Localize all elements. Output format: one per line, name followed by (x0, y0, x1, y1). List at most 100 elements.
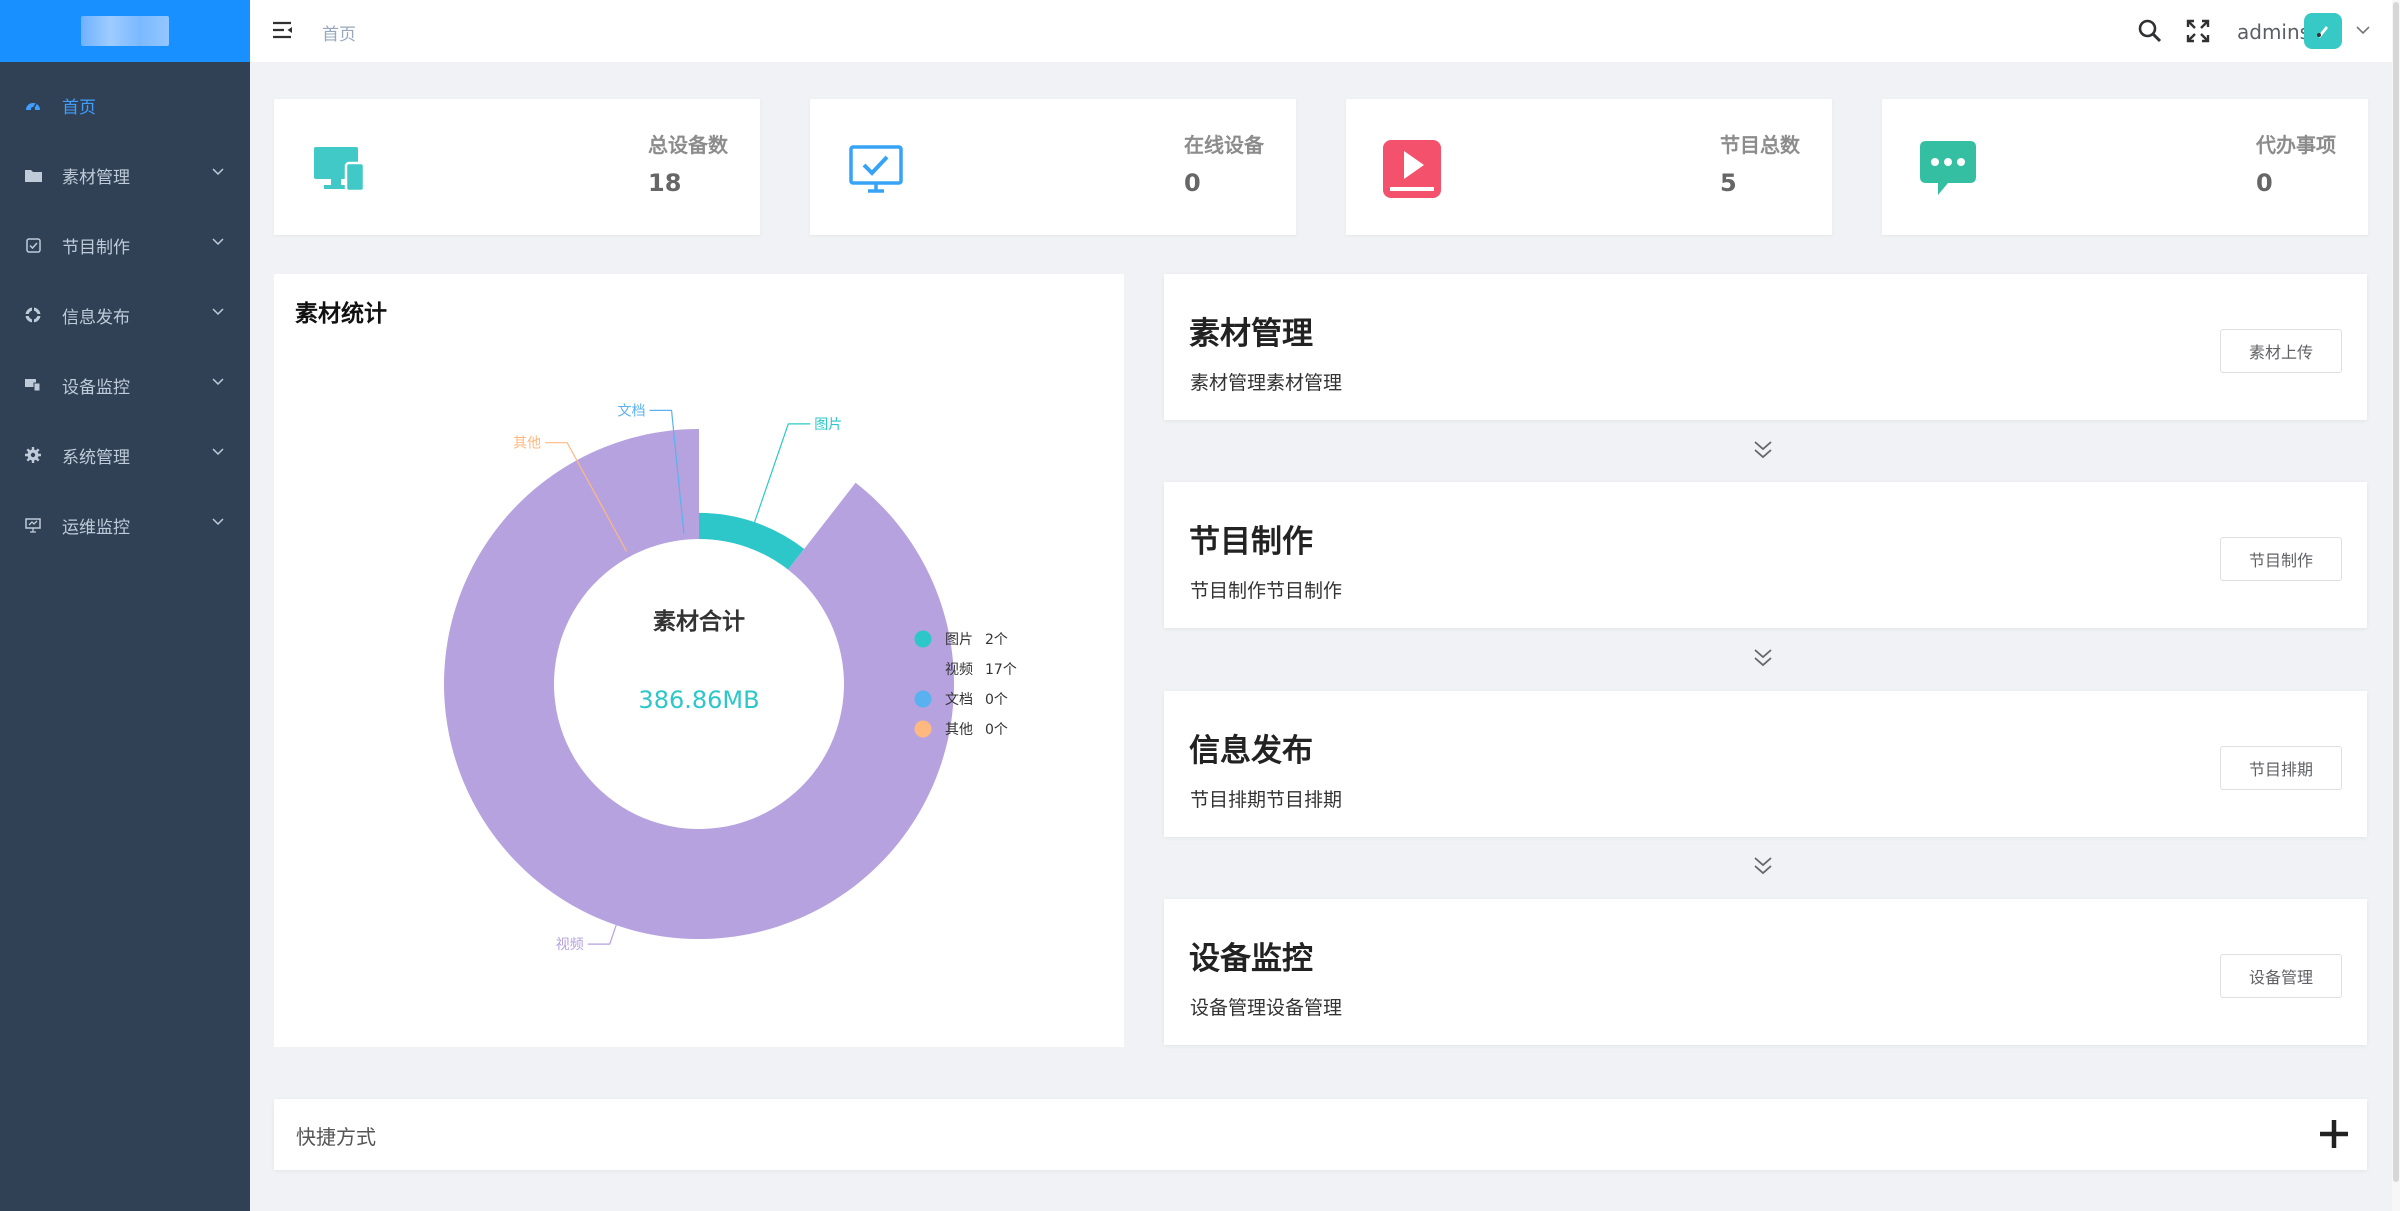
material-stats-panel: 素材统计 图片 视频 文档 其他 素材合计 386.86MB 图片 2个 视频 17个 文档 0个 其他… (274, 274, 1124, 1047)
legend-value: 2个 (985, 632, 1008, 648)
workflow-title: 设备监控 (1189, 941, 1313, 977)
donut-center-title: 素材合计 (653, 608, 745, 635)
chevron-down-icon (212, 168, 224, 176)
top-navbar: 首页 admins (250, 0, 2400, 62)
program-schedule-button[interactable]: 节目排期 (2220, 746, 2342, 790)
chart-slice-视频[interactable] (444, 429, 955, 939)
dashboard-icon (24, 96, 42, 114)
chevron-down-icon (212, 448, 224, 456)
checkbox-icon (24, 236, 42, 254)
stat-card-todo[interactable]: 代办事项 0 (1882, 99, 2368, 235)
fullscreen-icon[interactable] (2183, 16, 2213, 46)
sidebar: 首页 素材管理 节目制作 信息发布 设备监控 系统管理 运维监控 (0, 0, 250, 1211)
workflow-desc: 设备管理设备管理 (1190, 997, 1343, 1019)
sidebar-item-label: 首页 (62, 97, 96, 118)
stat-card-program-total[interactable]: 节目总数 5 (1346, 99, 1832, 235)
stat-value: 0 (2256, 169, 2273, 197)
menu-toggle-icon[interactable] (270, 18, 294, 42)
legend-marker[interactable] (914, 630, 932, 648)
stat-card-online-devices[interactable]: 在线设备 0 (810, 99, 1296, 235)
breadcrumb[interactable]: 首页 (322, 20, 356, 45)
sidebar-menu: 首页 素材管理 节目制作 信息发布 设备监控 系统管理 运维监控 (0, 62, 250, 560)
double-chevron-down-icon (1754, 441, 1772, 459)
shortcut-label: 快捷方式 (296, 1125, 376, 1149)
legend-label[interactable]: 其他 (945, 722, 973, 738)
legend-value: 0个 (985, 722, 1008, 738)
workflow-desc: 节目排期节目排期 (1190, 789, 1343, 811)
sidebar-item-program[interactable]: 节目制作 (0, 210, 250, 280)
chevron-down-icon (212, 238, 224, 246)
legend-value: 0个 (985, 692, 1008, 708)
donut-chart: 图片视频文档其他素材合计386.86MB图片 2个视频 17个文档 0个其他 0个 (444, 403, 1017, 953)
avatar[interactable] (2304, 13, 2342, 49)
chart-leader-line (587, 924, 617, 945)
sidebar-item-home[interactable]: 首页 (0, 70, 250, 140)
sidebar-item-label: 系统管理 (62, 447, 130, 468)
legend-label[interactable]: 图片 (945, 632, 973, 648)
stat-value: 5 (1720, 169, 1737, 197)
monitor-devices-icon (24, 376, 42, 394)
workflow-title: 节目制作 (1189, 524, 1313, 560)
username[interactable]: admins (2237, 20, 2310, 44)
material-upload-button[interactable]: 素材上传 (2220, 329, 2342, 373)
legend-value: 17个 (985, 662, 1017, 678)
workflow-title: 素材管理 (1189, 316, 1313, 352)
legend-marker[interactable] (914, 720, 932, 738)
sidebar-item-ops[interactable]: 运维监控 (0, 490, 250, 560)
workflow-title: 信息发布 (1189, 733, 1313, 769)
plus-icon[interactable] (2317, 1117, 2351, 1151)
chevron-down-icon (212, 518, 224, 526)
stat-value: 0 (1184, 169, 1201, 197)
scrollbar-thumb[interactable] (2393, 2, 2399, 1182)
sidebar-item-label: 运维监控 (62, 517, 130, 538)
logo (0, 0, 250, 62)
search-icon[interactable] (2135, 16, 2165, 46)
gear-icon (24, 446, 42, 464)
folder-icon (24, 166, 42, 184)
screen-icon (24, 516, 42, 534)
program-make-button[interactable]: 节目制作 (2220, 537, 2342, 581)
scrollbar[interactable] (2392, 0, 2400, 1211)
stat-label: 节目总数 (1720, 133, 1800, 157)
sidebar-item-system[interactable]: 系统管理 (0, 420, 250, 490)
legend-marker[interactable] (914, 690, 932, 708)
double-chevron-down-icon (1754, 857, 1772, 875)
chevron-down-icon[interactable] (2356, 26, 2370, 35)
stat-card-total-devices[interactable]: 总设备数 18 (274, 99, 760, 235)
sidebar-item-label: 设备监控 (62, 377, 130, 398)
legend-label[interactable]: 视频 (945, 662, 973, 678)
devices-icon (310, 139, 370, 199)
chevron-down-icon (212, 378, 224, 386)
sidebar-item-label: 素材管理 (62, 167, 130, 188)
workflow-card-device-monitor: 设备监控 设备管理设备管理 设备管理 (1164, 899, 2367, 1045)
monitor-check-icon (846, 139, 906, 199)
workflow-card-material: 素材管理 素材管理素材管理 素材上传 (1164, 274, 2367, 420)
stat-label: 总设备数 (648, 133, 728, 157)
publish-icon (24, 306, 42, 324)
chart-slice-label: 文档 (618, 403, 646, 419)
workflow-desc: 素材管理素材管理 (1190, 372, 1343, 394)
stat-value: 18 (648, 169, 682, 197)
chart-slice-label: 其他 (513, 436, 541, 452)
sidebar-item-publish[interactable]: 信息发布 (0, 280, 250, 350)
chart-slice-label: 视频 (556, 937, 584, 953)
sidebar-item-label: 信息发布 (62, 307, 130, 328)
workflow-card-program: 节目制作 节目制作节目制作 节目制作 (1164, 482, 2367, 628)
chart-slice-label: 图片 (814, 417, 842, 433)
workflow-card-publish: 信息发布 节目排期节目排期 节目排期 (1164, 691, 2367, 837)
device-manage-button[interactable]: 设备管理 (2220, 954, 2342, 998)
donut-center-value: 386.86MB (638, 686, 759, 714)
chart-slice-图片[interactable] (699, 512, 805, 570)
workflow-desc: 节目制作节目制作 (1190, 580, 1343, 602)
double-chevron-down-icon (1754, 649, 1772, 667)
logo-image (81, 16, 169, 46)
stat-label: 在线设备 (1184, 133, 1264, 157)
sidebar-item-label: 节目制作 (62, 237, 130, 258)
shortcut-bar: 快捷方式 (274, 1099, 2367, 1170)
legend-label[interactable]: 文档 (945, 692, 973, 708)
sidebar-item-device-monitor[interactable]: 设备监控 (0, 350, 250, 420)
sidebar-item-material[interactable]: 素材管理 (0, 140, 250, 210)
play-icon (1382, 139, 1442, 199)
chevron-down-icon (212, 308, 224, 316)
stat-label: 代办事项 (2256, 133, 2336, 157)
